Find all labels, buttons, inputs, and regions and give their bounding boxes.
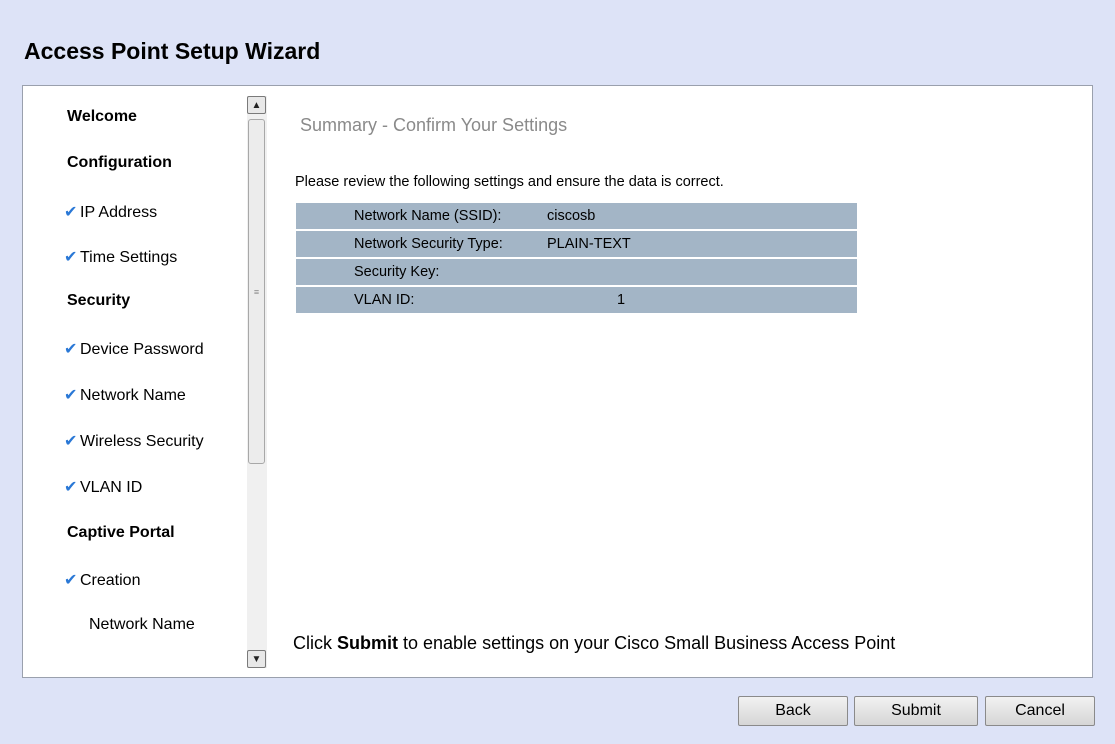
sidebar-item-ip-address[interactable]: ✔ IP Address [64, 202, 158, 222]
sidebar-item-security[interactable]: Security [67, 292, 130, 310]
checkmark-icon: ✔ [64, 387, 78, 404]
summary-label: VLAN ID: [296, 286, 547, 315]
sidebar-item-label: VLAN ID [80, 479, 143, 496]
grip-icon: ≡ [253, 286, 260, 297]
sidebar-item-device-password[interactable]: ✔ Device Password [64, 339, 204, 359]
sidebar-item-vlan-id[interactable]: ✔ VLAN ID [64, 477, 143, 497]
sidebar-item-network-name[interactable]: ✔ Network Name [64, 385, 186, 405]
checkmark-icon: ✔ [64, 433, 78, 450]
footer-submit-emphasis: Submit [337, 633, 398, 653]
checkmark-icon: ✔ [64, 572, 78, 589]
sidebar-item-label: Creation [80, 572, 141, 589]
sidebar-item-label: IP Address [80, 204, 158, 221]
review-instructions: Please review the following settings and… [295, 174, 724, 190]
summary-value: 1 [547, 286, 857, 315]
cancel-button[interactable]: Cancel [985, 696, 1095, 726]
checkmark-icon: ✔ [64, 204, 78, 221]
submit-instructions: Click Submit to enable settings on your … [293, 633, 895, 654]
back-button[interactable]: Back [738, 696, 848, 726]
scrollbar-thumb[interactable]: ≡ [248, 119, 265, 464]
sidebar-item-creation[interactable]: ✔ Creation [64, 570, 141, 590]
summary-value [547, 258, 857, 287]
summary-label: Network Name (SSID): [296, 203, 547, 231]
sidebar-item-label: Welcome [67, 108, 137, 125]
summary-value: ciscosb [547, 203, 857, 231]
table-row: Network Name (SSID): ciscosb [296, 203, 857, 231]
sidebar-item-welcome[interactable]: Welcome [67, 108, 137, 126]
table-row: Security Key: [296, 258, 857, 287]
table-row: VLAN ID: 1 [296, 286, 857, 315]
sidebar-item-captive-portal[interactable]: Captive Portal [67, 524, 175, 542]
sidebar-item-label: Device Password [80, 341, 204, 358]
checkmark-icon: ✔ [64, 341, 78, 358]
footer-prefix: Click [293, 633, 337, 653]
sidebar-item-label: Wireless Security [80, 433, 204, 450]
sidebar-item-label: Network Name [89, 616, 195, 633]
chevron-down-icon: ▼ [251, 653, 262, 665]
table-row: Network Security Type: PLAIN-TEXT [296, 230, 857, 259]
settings-summary-table: Network Name (SSID): ciscosb Network Sec… [296, 203, 857, 315]
wizard-title: Access Point Setup Wizard [24, 38, 321, 64]
sidebar-item-wireless-security[interactable]: ✔ Wireless Security [64, 431, 204, 451]
sidebar-item-label: Security [67, 292, 131, 309]
sidebar-item-time-settings[interactable]: ✔ Time Settings [64, 247, 178, 267]
summary-value: PLAIN-TEXT [547, 230, 857, 259]
checkmark-icon: ✔ [64, 249, 78, 266]
chevron-up-icon: ▲ [251, 99, 262, 111]
sidebar-scrollbar[interactable]: ▲ ≡ ▼ [247, 96, 267, 668]
sidebar-item-label: Time Settings [80, 249, 178, 266]
summary-label: Network Security Type: [296, 230, 547, 259]
sidebar-item-label: Configuration [67, 154, 172, 171]
sidebar-item-configuration[interactable]: Configuration [67, 154, 172, 172]
checkmark-icon: ✔ [64, 479, 78, 496]
sidebar-item-label: Network Name [80, 387, 186, 404]
wizard-steps-sidebar: Welcome Configuration ✔ IP Address ✔ Time … [23, 86, 268, 677]
page-heading: Summary - Confirm Your Settings [300, 115, 568, 135]
footer-suffix: to enable settings on your Cisco Small B… [398, 633, 896, 653]
sidebar-item-captive-network-name[interactable]: Network Name [89, 616, 195, 634]
wizard-content-panel: Welcome Configuration ✔ IP Address ✔ Time … [22, 85, 1093, 678]
sidebar-item-label: Captive Portal [67, 524, 175, 541]
summary-label: Security Key: [296, 258, 547, 287]
submit-button[interactable]: Submit [854, 696, 978, 726]
scroll-down-button[interactable]: ▼ [247, 650, 266, 668]
scroll-up-button[interactable]: ▲ [247, 96, 266, 114]
